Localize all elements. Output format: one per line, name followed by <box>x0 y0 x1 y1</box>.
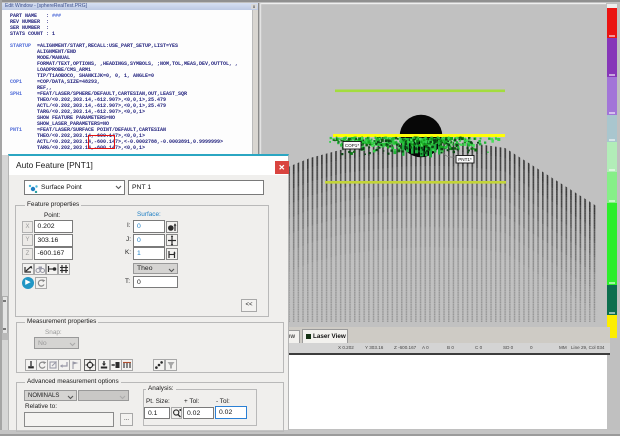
svg-text:PNT1*: PNT1* <box>458 157 472 162</box>
svg-text:COP1*: COP1* <box>345 143 360 148</box>
